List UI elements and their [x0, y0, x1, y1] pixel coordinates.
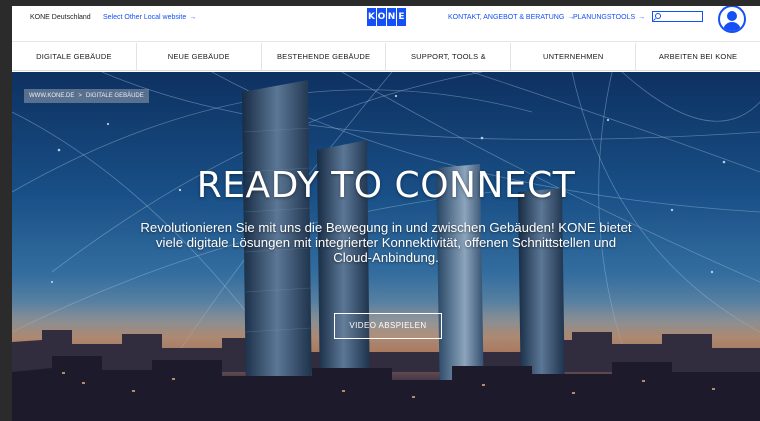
nav-item-bestehende-gebaeude[interactable]: BESTEHENDE GEBÄUDE: [262, 43, 387, 70]
select-local-website-link[interactable]: Select Other Local website →: [103, 14, 196, 21]
country-label: KONE Deutschland: [30, 14, 91, 21]
breadcrumb-current: DIGITALE GEBÄUDE: [85, 93, 144, 99]
search-icon: [655, 13, 661, 19]
hero-description: Revolutionieren Sie mit uns die Bewegung…: [140, 220, 632, 265]
kone-logo[interactable]: K O N E: [367, 8, 406, 28]
hero-banner: WWW.KONE.DE > DIGITALE GEBÄUDE READY TO …: [12, 72, 760, 421]
arrow-right-icon: →: [638, 14, 646, 21]
breadcrumb: WWW.KONE.DE > DIGITALE GEBÄUDE: [24, 89, 149, 103]
search-input[interactable]: [652, 11, 703, 22]
nav-item-arbeiten-bei-kone[interactable]: ARBEITEN BEI KONE: [636, 43, 760, 70]
play-video-button[interactable]: VIDEO ABSPIELEN: [334, 313, 442, 339]
utility-bar: KONE Deutschland Select Other Local webs…: [12, 6, 760, 42]
contact-link[interactable]: KONTAKT, ANGEBOT & BERATUNG →: [448, 14, 574, 21]
logo-letter: E: [397, 8, 406, 26]
planning-tools-label: PLANUNGSTOOLS: [573, 14, 636, 21]
arrow-right-icon: →: [189, 14, 197, 21]
nav-item-unternehmen[interactable]: UNTERNEHMEN: [511, 43, 637, 70]
hero-title: READY TO CONNECT: [196, 165, 576, 206]
nav-item-digitale-gebaeude[interactable]: DIGITALE GEBÄUDE: [12, 43, 137, 70]
nav-item-support-tools-downloads[interactable]: SUPPORT, TOOLS & DOWNLOADS: [386, 43, 512, 89]
breadcrumb-separator: >: [78, 93, 82, 99]
contact-label: KONTAKT, ANGEBOT & BERATUNG: [448, 14, 565, 21]
browser-page: KONE Deutschland Select Other Local webs…: [12, 6, 760, 421]
logo-letter: K: [367, 8, 376, 26]
logo-letter: N: [387, 8, 396, 26]
user-account-icon[interactable]: [718, 6, 746, 33]
breadcrumb-home-link[interactable]: WWW.KONE.DE: [29, 89, 74, 103]
nav-item-neue-gebaeude[interactable]: NEUE GEBÄUDE: [137, 43, 262, 70]
user-body: [723, 22, 741, 31]
main-navigation: DIGITALE GEBÄUDE NEUE GEBÄUDE BESTEHENDE…: [12, 43, 760, 89]
user-head: [727, 11, 737, 21]
logo-letter: O: [377, 8, 386, 26]
select-local-website-label: Select Other Local website: [103, 14, 187, 21]
planning-tools-link[interactable]: PLANUNGSTOOLS →: [573, 14, 645, 21]
